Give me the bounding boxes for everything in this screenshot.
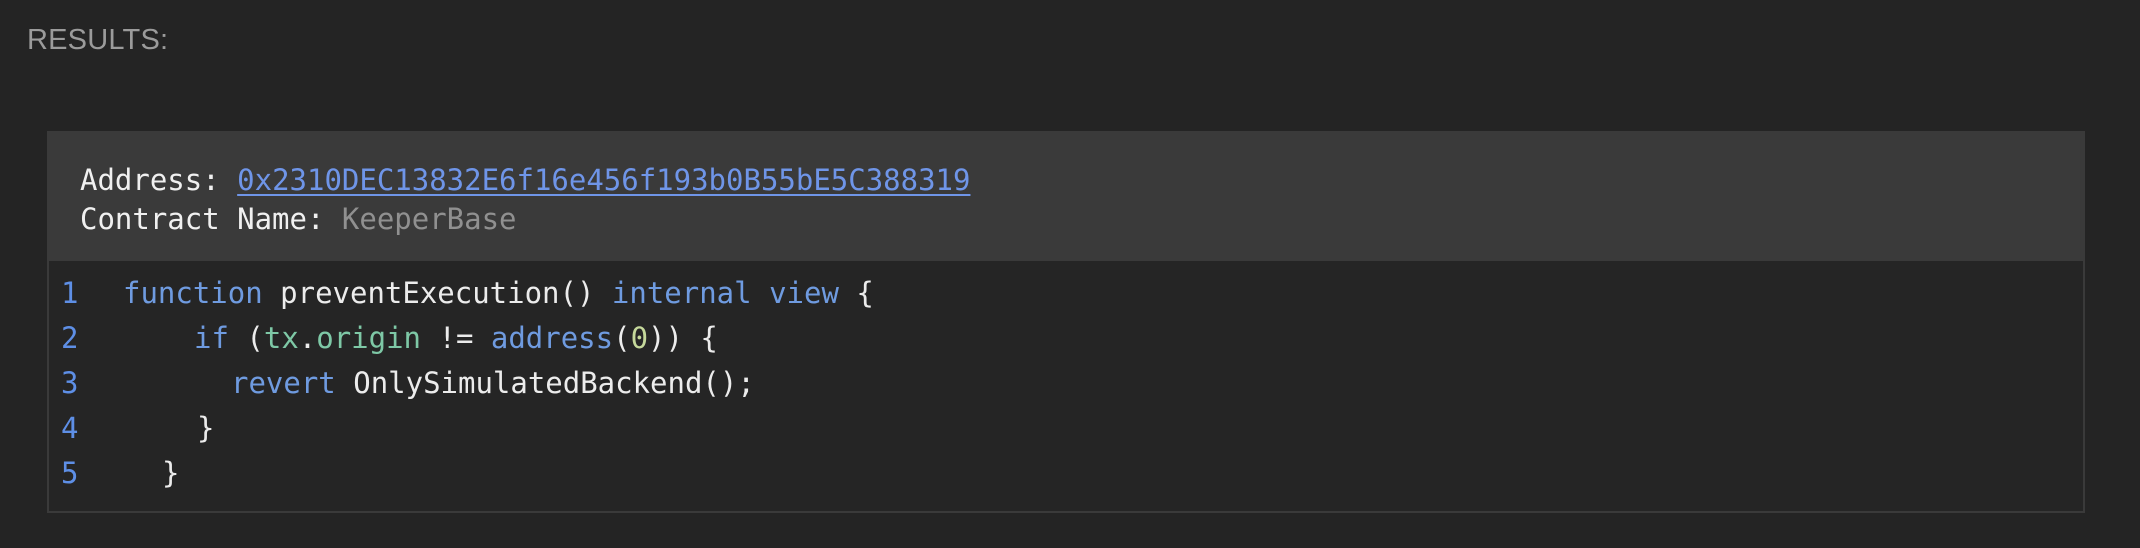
code-token: 0 [630,321,649,355]
contract-name-label: Contract Name: [80,202,325,236]
code-token: address [490,321,614,355]
line-number: 5 [61,456,79,490]
code-token: { [856,276,874,310]
code-line: 1 function preventExecution() internal vi… [49,271,2083,316]
results-label: RESULTS: [27,24,169,56]
line-number: 1 [61,276,79,310]
code-line: 3 revert OnlySimulatedBackend(); [49,361,2083,406]
code-line: 4} [49,406,2083,451]
contract-info-header: Address: 0x2310DEC13832E6f16e456f193b0B5… [49,133,2083,261]
code-token: } [197,411,215,445]
address-row: Address: 0x2310DEC13832E6f16e456f193b0B5… [80,161,2083,200]
code-block: 1 function preventExecution() internal vi… [49,261,2083,496]
line-number: 4 [61,411,79,445]
contract-name-row: Contract Name: KeeperBase [80,200,2083,239]
address-link[interactable]: 0x2310DEC13832E6f16e456f193b0B55bE5C3883… [237,163,970,197]
address-label: Address: [80,163,220,197]
code-token: . [298,321,317,355]
code-token: } [162,456,180,490]
code-line: 2 if (tx.origin != address(0)) { [49,316,2083,361]
code-token: internal [611,276,752,310]
result-card: Address: 0x2310DEC13832E6f16e456f193b0B5… [47,131,2085,513]
code-token: revert [231,366,336,400]
code-token: ( [613,321,631,355]
line-number: 2 [61,321,79,355]
line-number: 3 [61,366,79,400]
code-token: != [438,321,474,355]
code-token: function [123,276,263,310]
code-token: origin [316,321,422,355]
code-token: OnlySimulatedBackend(); [353,366,755,400]
code-token: ( [246,321,264,355]
code-token: tx [263,321,299,355]
code-token: if [194,321,229,355]
code-line: 5} [49,451,2083,496]
contract-name-value: KeeperBase [341,202,517,236]
code-token: preventExecution() [280,276,595,310]
code-token: view [769,276,839,310]
code-token: )) { [648,321,718,355]
